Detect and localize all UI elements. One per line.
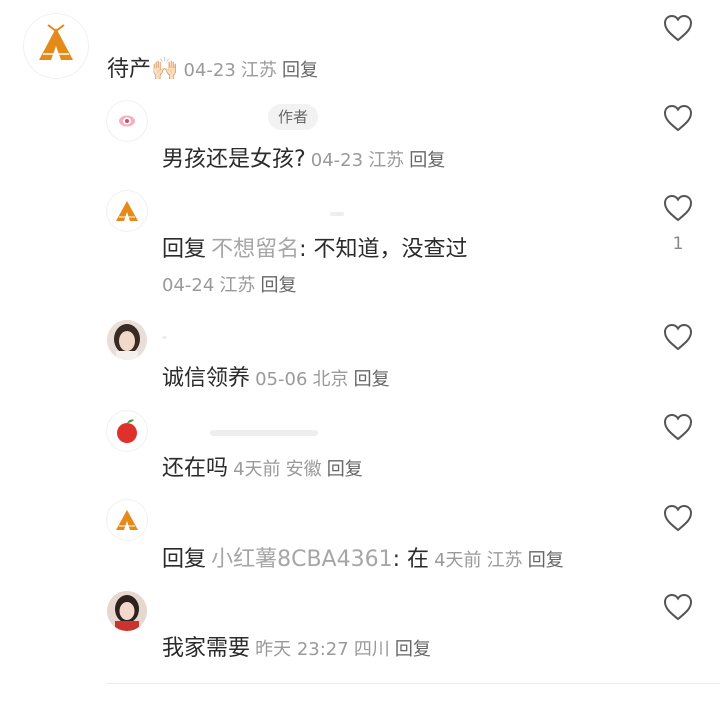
reply-button[interactable]: 回复	[327, 459, 363, 480]
tent-icon	[39, 24, 73, 60]
heart-icon[interactable]	[663, 14, 693, 42]
comment-date: 4天前	[233, 459, 281, 480]
comment-1-text: 男孩还是女孩? 04-23 江苏 回复	[162, 141, 445, 173]
redacted-username	[162, 336, 167, 339]
avatar[interactable]	[107, 591, 147, 631]
comment-6-text: 我家需要 昨天 23:27 四川 回复	[162, 630, 431, 662]
reply-button[interactable]: 回复	[354, 369, 390, 390]
comment-date: 05-06	[255, 369, 308, 390]
comment-location: 四川	[353, 639, 390, 660]
eye-icon	[119, 115, 135, 127]
tent-icon	[116, 201, 138, 221]
heart-icon[interactable]	[663, 504, 693, 532]
redacted-username	[210, 430, 318, 436]
heart-icon[interactable]	[663, 104, 693, 132]
comment-4-text: 还在吗 4天前 安徽 回复	[162, 450, 363, 482]
comment-date: 04-24	[162, 275, 215, 296]
comment-date: 04-23	[310, 150, 364, 171]
comment-3-text: 诚信领养 05-06 北京 回复	[162, 360, 390, 392]
comment-location: 江苏	[240, 60, 277, 81]
reply-prefix: 回复	[162, 547, 207, 572]
comment-location: 江苏	[368, 150, 405, 171]
comment-content: 待产	[107, 57, 152, 82]
divider	[106, 683, 720, 684]
comment-content: 诚信领养	[162, 366, 251, 391]
heart-icon[interactable]	[663, 323, 693, 351]
comment-content: 还在吗	[162, 456, 229, 481]
comment-content: 我家需要	[162, 636, 251, 661]
reply-button[interactable]: 回复	[261, 275, 297, 296]
comment-date: 4天前	[434, 550, 482, 571]
comment-location: 江苏	[486, 550, 523, 571]
comment-date: 04-23	[183, 60, 236, 81]
tent-icon	[116, 510, 138, 530]
comment-content: 男孩还是女孩?	[162, 147, 306, 172]
reply-to-user[interactable]: 小红薯8CBA4361	[211, 547, 393, 572]
reply-to-user[interactable]: 不想留名	[211, 237, 299, 262]
girl-photo	[107, 320, 147, 360]
avatar[interactable]	[107, 411, 147, 451]
girl-photo	[107, 591, 147, 631]
avatar[interactable]	[107, 191, 147, 231]
comment-date: 昨天 23:27	[255, 639, 349, 660]
comment-0-text: 待产🙌🏻 04-23 江苏 回复	[107, 51, 318, 83]
heart-icon[interactable]	[663, 194, 693, 222]
heart-icon[interactable]	[663, 413, 693, 441]
like-count: 1	[672, 234, 684, 254]
reply-button[interactable]: 回复	[282, 60, 318, 81]
avatar[interactable]	[107, 320, 147, 360]
comment-content: : 不知道，没查过	[299, 237, 468, 262]
apple-icon	[117, 419, 137, 443]
author-badge: 作者	[268, 104, 319, 130]
comment-2-meta: 04-24 江苏 回复	[162, 271, 297, 297]
heart-icon[interactable]	[663, 593, 693, 621]
comment-content: : 在	[392, 547, 430, 572]
avatar[interactable]	[107, 101, 147, 141]
clap-emoji: 🙌🏻	[151, 57, 179, 82]
comment-location: 江苏	[219, 275, 256, 296]
comment-location: 安徽	[285, 459, 322, 480]
comment-5-text: 回复 小红薯8CBA4361: 在 4天前 江苏 回复	[162, 541, 564, 573]
reply-button[interactable]: 回复	[409, 150, 445, 171]
comment-location: 北京	[312, 369, 349, 390]
avatar[interactable]	[24, 14, 88, 78]
comment-2-text: 回复 不想留名: 不知道，没查过	[162, 231, 468, 263]
reply-prefix: 回复	[162, 237, 207, 262]
reply-button[interactable]: 回复	[528, 550, 564, 571]
reply-button[interactable]: 回复	[395, 639, 431, 660]
redacted-username	[330, 212, 344, 216]
avatar[interactable]	[107, 500, 147, 540]
